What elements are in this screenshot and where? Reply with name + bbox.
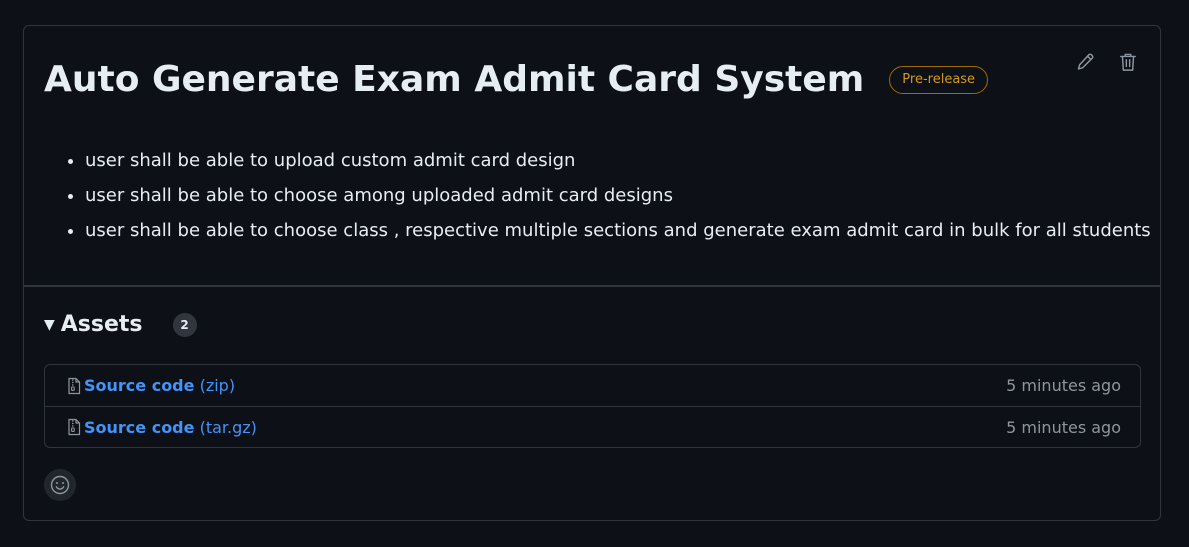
assets-toggle[interactable]: ▼ Assets 2 (44, 312, 197, 337)
asset-timestamp: 5 minutes ago (1006, 417, 1121, 437)
asset-extension: (tar.gz) (199, 417, 257, 437)
release-card: Auto Generate Exam Admit Card System Pre… (23, 25, 1161, 521)
asset-name: Source code (84, 376, 195, 395)
file-zip-icon (68, 418, 81, 436)
asset-extension: (zip) (199, 376, 236, 395)
pencil-icon (1077, 53, 1094, 70)
asset-name: Source code (84, 417, 195, 437)
release-title[interactable]: Auto Generate Exam Admit Card System (44, 56, 864, 104)
edit-release-button[interactable] (1075, 51, 1095, 73)
asset-timestamp: 5 minutes ago (1006, 376, 1121, 395)
release-note-item: user shall be able to upload custom admi… (85, 143, 1151, 178)
release-header: Auto Generate Exam Admit Card System Pre… (44, 56, 989, 104)
file-zip-icon (68, 377, 81, 394)
triangle-down-icon: ▼ (44, 316, 55, 333)
pre-release-badge: Pre-release (889, 66, 989, 94)
release-note-item: user shall be able to choose class , res… (85, 213, 1151, 248)
asset-list: Source code (zip) 5 minutes ago Source c… (44, 364, 1141, 448)
release-note-item: user shall be able to choose among uploa… (85, 178, 1151, 213)
asset-row: Source code (tar.gz) 5 minutes ago (45, 406, 1140, 447)
release-actions (1075, 51, 1138, 73)
delete-release-button[interactable] (1118, 51, 1138, 73)
smiley-icon (50, 475, 70, 495)
section-divider (24, 285, 1160, 287)
add-reaction-button[interactable] (44, 469, 76, 501)
assets-title: Assets (60, 312, 143, 337)
source-code-zip-link[interactable]: Source code (zip) (84, 376, 235, 395)
release-notes: user shall be able to upload custom admi… (64, 143, 1151, 248)
trash-icon (1120, 53, 1136, 71)
asset-row: Source code (zip) 5 minutes ago (45, 365, 1140, 406)
source-code-targz-link[interactable]: Source code (tar.gz) (84, 418, 257, 437)
assets-count-badge: 2 (172, 312, 197, 337)
